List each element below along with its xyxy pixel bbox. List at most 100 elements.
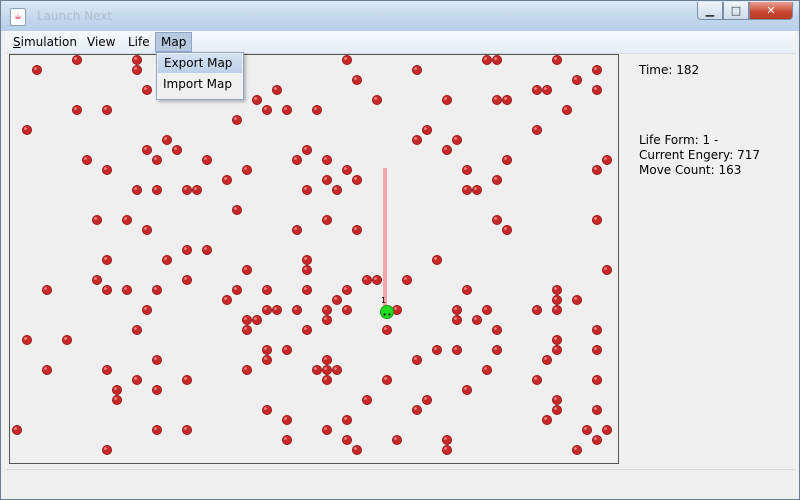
food-pellet xyxy=(341,434,352,445)
food-pellet xyxy=(441,434,452,445)
food-pellet xyxy=(552,284,563,295)
food-pellet xyxy=(151,184,162,195)
food-pellet xyxy=(291,304,302,315)
food-pellet xyxy=(102,444,113,455)
food-pellet xyxy=(501,224,512,235)
food-pellet xyxy=(221,175,232,186)
food-pellet xyxy=(592,374,603,385)
food-pellet xyxy=(241,165,252,176)
simulation-map[interactable]: 1 xyxy=(9,54,619,464)
food-pellet xyxy=(102,165,113,176)
food-pellet xyxy=(351,74,362,85)
food-pellet xyxy=(251,95,262,106)
menu-life[interactable]: Life xyxy=(123,33,155,51)
food-pellet xyxy=(381,374,392,385)
food-pellet xyxy=(231,115,242,126)
export-map-menu-item[interactable]: Export Map xyxy=(158,54,242,73)
food-pellet xyxy=(151,155,162,166)
food-pellet xyxy=(552,304,563,315)
food-pellet xyxy=(451,304,462,315)
food-pellet xyxy=(231,284,242,295)
food-pellet xyxy=(331,184,342,195)
food-pellet xyxy=(112,394,123,405)
food-pellet xyxy=(331,294,342,305)
food-pellet xyxy=(161,254,172,265)
food-pellet xyxy=(321,364,332,375)
title-bar[interactable]: ☕ Launch Next ▁ □ ✕ xyxy=(1,1,799,31)
food-pellet xyxy=(21,334,32,345)
food-pellet xyxy=(471,184,482,195)
food-pellet xyxy=(481,55,492,65)
window-controls: ▁ □ ✕ xyxy=(697,2,793,21)
food-pellet xyxy=(221,294,232,305)
creature-id-label: 1 xyxy=(381,296,386,305)
food-pellet xyxy=(361,394,372,405)
food-pellet xyxy=(132,374,143,385)
food-pellet xyxy=(341,414,352,425)
app-window: ☕ Launch Next ▁ □ ✕ Simulation View Life… xyxy=(0,0,800,500)
menu-view[interactable]: View xyxy=(82,33,120,51)
import-map-menu-item[interactable]: Import Map xyxy=(157,74,243,95)
food-pellet xyxy=(261,404,272,415)
food-pellet xyxy=(301,145,312,156)
food-pellet xyxy=(62,334,73,345)
food-pellet xyxy=(552,404,563,415)
food-pellet xyxy=(301,254,312,265)
food-pellet xyxy=(592,404,603,415)
food-pellet xyxy=(461,165,472,176)
food-pellet xyxy=(351,224,362,235)
food-pellet xyxy=(431,344,442,355)
food-pellet xyxy=(461,384,472,395)
food-pellet xyxy=(471,314,482,325)
food-pellet xyxy=(592,214,603,225)
food-pellet xyxy=(441,95,452,106)
menu-map[interactable]: Map xyxy=(155,32,193,52)
maximize-icon: □ xyxy=(730,4,742,17)
food-pellet xyxy=(532,374,543,385)
food-pellet xyxy=(562,105,573,116)
food-pellet xyxy=(261,344,272,355)
food-pellet xyxy=(331,364,342,375)
food-pellet xyxy=(572,294,583,305)
food-pellet xyxy=(401,274,412,285)
food-pellet xyxy=(241,324,252,335)
food-pellet xyxy=(251,314,262,325)
food-pellet xyxy=(301,324,312,335)
food-pellet xyxy=(572,74,583,85)
food-pellet xyxy=(371,274,382,285)
food-pellet xyxy=(21,125,32,136)
food-pellet xyxy=(181,244,192,255)
life-form-label: Life Form: 1 - xyxy=(639,133,719,147)
food-pellet xyxy=(281,344,292,355)
food-pellet xyxy=(42,284,53,295)
food-pellet xyxy=(481,364,492,375)
food-pellet xyxy=(592,324,603,335)
menu-bar: Simulation View Life Map xyxy=(6,31,795,54)
close-button[interactable]: ✕ xyxy=(749,2,793,20)
food-pellet xyxy=(411,404,422,415)
food-pellet xyxy=(151,284,162,295)
food-pellet xyxy=(261,105,272,116)
food-pellet xyxy=(301,284,312,295)
menu-simulation-label: imulation xyxy=(20,35,77,49)
food-pellet xyxy=(321,304,332,315)
menu-simulation[interactable]: Simulation xyxy=(8,33,82,51)
food-pellet xyxy=(311,105,322,116)
life-form-creature[interactable] xyxy=(380,305,394,319)
food-pellet xyxy=(532,84,543,95)
java-cup-icon: ☕ xyxy=(10,8,26,26)
close-icon: ✕ xyxy=(766,4,776,17)
food-pellet xyxy=(592,344,603,355)
maximize-button[interactable]: □ xyxy=(723,2,749,20)
food-pellet xyxy=(72,55,83,65)
minimize-button[interactable]: ▁ xyxy=(697,2,723,20)
food-pellet xyxy=(501,155,512,166)
food-pellet xyxy=(341,165,352,176)
food-pellet xyxy=(141,84,152,95)
energy-label: Current Engery: 717 xyxy=(639,148,760,162)
food-pellet xyxy=(481,304,492,315)
food-pellet xyxy=(321,374,332,385)
map-canvas: 1 xyxy=(12,55,613,455)
food-pellet xyxy=(92,274,103,285)
move-count-label: Move Count: 163 xyxy=(639,163,742,177)
